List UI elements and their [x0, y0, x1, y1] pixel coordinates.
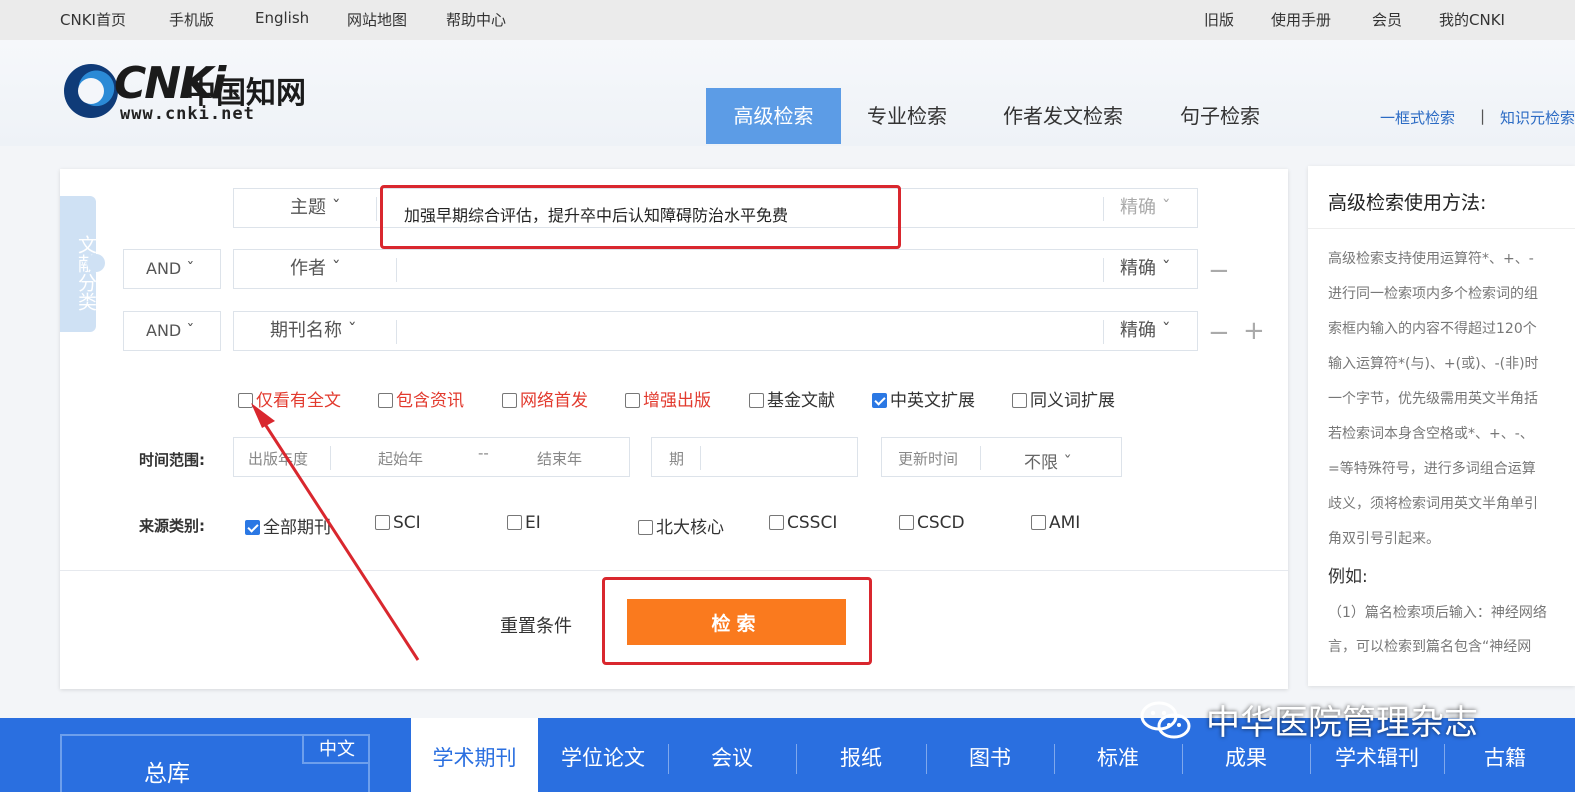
- nav-academic-journals[interactable]: 学术期刊: [411, 718, 538, 792]
- help-line: 歧义，须将检索词用英文半角单引: [1328, 496, 1538, 512]
- nav-newspapers[interactable]: 报纸: [796, 718, 926, 792]
- help-panel: 高级检索使用方法: 高级检索支持使用运算符*、+、- 进行同一检索项内多个检索词…: [1308, 166, 1575, 686]
- chinese-toggle[interactable]: 中文: [302, 736, 370, 764]
- nav-books[interactable]: 图书: [926, 718, 1054, 792]
- nav-conferences[interactable]: 会议: [668, 718, 796, 792]
- watermark: 中华医院管理杂志: [1140, 695, 1478, 744]
- watermark-text: 中华医院管理杂志: [1206, 703, 1478, 743]
- help-line: 进行同一检索项内多个检索词的组: [1328, 286, 1538, 302]
- wechat-icon: [1140, 701, 1191, 739]
- help-divider: [1308, 228, 1575, 229]
- help-line: 角双引号引起来。: [1328, 531, 1440, 547]
- example-title: 例如:: [1328, 567, 1368, 587]
- help-line: 一个字节，优先级需用英文半角括: [1328, 391, 1538, 407]
- help-line: =等特殊符号，进行多词组合运算: [1328, 461, 1536, 477]
- help-line: 输入运算符*(与)、+(或)、-(非)时: [1328, 356, 1539, 372]
- nav-dissertations[interactable]: 学位论文: [538, 718, 668, 792]
- help-line: 若检索词本身含空格或*、+、-、: [1328, 426, 1534, 442]
- help-title: 高级检索使用方法:: [1328, 192, 1487, 214]
- total-database-label: 总库: [144, 761, 190, 787]
- example-line: （1）篇名检索项后输入：神经网络: [1328, 605, 1547, 621]
- example-line: 言，可以检索到篇名包含“神经网: [1328, 639, 1532, 655]
- help-line: 高级检索支持使用运算符*、+、-: [1328, 251, 1534, 267]
- help-line: 索框内输入的内容不得超过120个: [1328, 321, 1537, 337]
- total-database-tab[interactable]: 总库 中文: [60, 734, 370, 792]
